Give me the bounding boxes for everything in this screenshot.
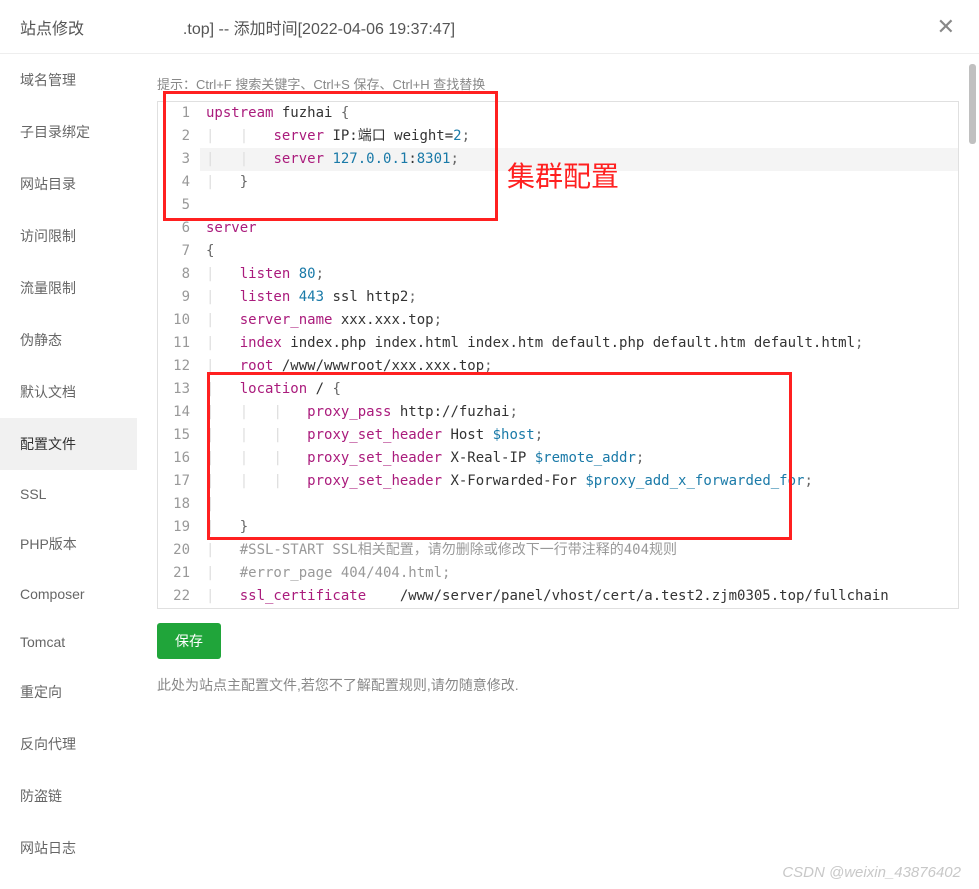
- line-number: 11: [158, 332, 200, 355]
- line-number: 10: [158, 309, 200, 332]
- code-line-13[interactable]: 13| location / {: [158, 378, 958, 401]
- sidebar-item-1[interactable]: 子目录绑定: [0, 106, 137, 158]
- code-line-4[interactable]: 4| }: [158, 171, 958, 194]
- line-number: 20: [158, 539, 200, 562]
- line-number: 3: [158, 148, 200, 171]
- line-content[interactable]: | }: [200, 171, 958, 194]
- line-content[interactable]: | location / {: [200, 378, 958, 401]
- warning-text: 此处为站点主配置文件,若您不了解配置规则,请勿随意修改.: [157, 675, 959, 695]
- scrollbar-thumb[interactable]: [969, 64, 976, 144]
- sidebar-item-8[interactable]: SSL: [0, 470, 137, 518]
- line-number: 2: [158, 125, 200, 148]
- sidebar-item-2[interactable]: 网站目录: [0, 158, 137, 210]
- sidebar-item-6[interactable]: 默认文档: [0, 366, 137, 418]
- code-line-11[interactable]: 11| index index.php index.html index.htm…: [158, 332, 958, 355]
- line-number: 16: [158, 447, 200, 470]
- line-content[interactable]: | #SSL-START SSL相关配置，请勿删除或修改下一行带注释的404规则: [200, 539, 958, 562]
- code-line-12[interactable]: 12| root /www/wwwroot/xxx.xxx.top;: [158, 355, 958, 378]
- line-content[interactable]: | | | proxy_set_header X-Real-IP $remote…: [200, 447, 958, 470]
- title-suffix: .top] -- 添加时间[2022-04-06 19:37:47]: [183, 21, 455, 38]
- line-content[interactable]: | server_name xxx.xxx.top;: [200, 309, 958, 332]
- save-button[interactable]: 保存: [157, 623, 221, 659]
- title-prefix: 站点修改: [20, 21, 84, 38]
- line-content[interactable]: | | | proxy_pass http://fuzhai;: [200, 401, 958, 424]
- line-number: 15: [158, 424, 200, 447]
- line-number: 17: [158, 470, 200, 493]
- modal-title: 站点修改 .top] -- 添加时间[2022-04-06 19:37:47]: [20, 15, 455, 39]
- sidebar-item-9[interactable]: PHP版本: [0, 518, 137, 570]
- watermark: CSDN @weixin_43876402: [782, 864, 961, 881]
- sidebar-item-13[interactable]: 反向代理: [0, 718, 137, 770]
- line-number: 6: [158, 217, 200, 240]
- code-line-3[interactable]: 3| | server 127.0.0.1:8301;: [158, 148, 958, 171]
- line-number: 7: [158, 240, 200, 263]
- line-content[interactable]: | | server IP:端口 weight=2;: [200, 125, 958, 148]
- line-number: 4: [158, 171, 200, 194]
- sidebar-item-3[interactable]: 访问限制: [0, 210, 137, 262]
- line-content[interactable]: [200, 194, 958, 217]
- line-number: 19: [158, 516, 200, 539]
- line-content[interactable]: upstream fuzhai {: [200, 102, 958, 125]
- line-content[interactable]: | root /www/wwwroot/xxx.xxx.top;: [200, 355, 958, 378]
- line-number: 13: [158, 378, 200, 401]
- code-line-5[interactable]: 5: [158, 194, 958, 217]
- line-number: 21: [158, 562, 200, 585]
- close-icon[interactable]: ✕: [933, 10, 959, 44]
- line-content[interactable]: | | | proxy_set_header X-Forwarded-For $…: [200, 470, 958, 493]
- sidebar-item-10[interactable]: Composer: [0, 570, 137, 618]
- line-content[interactable]: {: [200, 240, 958, 263]
- code-line-16[interactable]: 16| | | proxy_set_header X-Real-IP $remo…: [158, 447, 958, 470]
- sidebar-item-4[interactable]: 流量限制: [0, 262, 137, 314]
- code-line-8[interactable]: 8| listen 80;: [158, 263, 958, 286]
- line-number: 14: [158, 401, 200, 424]
- line-number: 22: [158, 585, 200, 608]
- line-number: 1: [158, 102, 200, 125]
- sidebar: 域名管理子目录绑定网站目录访问限制流量限制伪静态默认文档配置文件SSLPHP版本…: [0, 54, 137, 889]
- hint-text: 提示：Ctrl+F 搜索关键字、Ctrl+S 保存、Ctrl+H 查找替换: [157, 74, 959, 93]
- code-line-17[interactable]: 17| | | proxy_set_header X-Forwarded-For…: [158, 470, 958, 493]
- code-line-19[interactable]: 19| }: [158, 516, 958, 539]
- line-number: 12: [158, 355, 200, 378]
- code-line-22[interactable]: 22| ssl_certificate /www/server/panel/vh…: [158, 585, 958, 608]
- line-content[interactable]: | index index.php index.html index.htm d…: [200, 332, 958, 355]
- content-area: 提示：Ctrl+F 搜索关键字、Ctrl+S 保存、Ctrl+H 查找替换 1u…: [137, 54, 979, 889]
- sidebar-item-14[interactable]: 防盗链: [0, 770, 137, 822]
- line-content[interactable]: | listen 443 ssl http2;: [200, 286, 958, 309]
- scrollbar[interactable]: [969, 64, 976, 881]
- modal-header: 站点修改 .top] -- 添加时间[2022-04-06 19:37:47] …: [0, 0, 979, 54]
- code-line-15[interactable]: 15| | | proxy_set_header Host $host;: [158, 424, 958, 447]
- code-line-18[interactable]: 18|: [158, 493, 958, 516]
- code-line-9[interactable]: 9| listen 443 ssl http2;: [158, 286, 958, 309]
- code-line-2[interactable]: 2| | server IP:端口 weight=2;: [158, 125, 958, 148]
- sidebar-item-15[interactable]: 网站日志: [0, 822, 137, 874]
- line-number: 5: [158, 194, 200, 217]
- code-line-21[interactable]: 21| #error_page 404/404.html;: [158, 562, 958, 585]
- code-line-6[interactable]: 6server: [158, 217, 958, 240]
- sidebar-item-11[interactable]: Tomcat: [0, 618, 137, 666]
- line-number: 8: [158, 263, 200, 286]
- line-content[interactable]: | }: [200, 516, 958, 539]
- line-content[interactable]: | | server 127.0.0.1:8301;: [200, 148, 958, 171]
- line-content[interactable]: |: [200, 493, 958, 516]
- code-line-10[interactable]: 10| server_name xxx.xxx.top;: [158, 309, 958, 332]
- code-editor[interactable]: 1upstream fuzhai {2| | server IP:端口 weig…: [157, 101, 959, 609]
- line-content[interactable]: | #error_page 404/404.html;: [200, 562, 958, 585]
- code-line-20[interactable]: 20| #SSL-START SSL相关配置，请勿删除或修改下一行带注释的404…: [158, 539, 958, 562]
- line-content[interactable]: | ssl_certificate /www/server/panel/vhos…: [200, 585, 958, 608]
- code-line-14[interactable]: 14| | | proxy_pass http://fuzhai;: [158, 401, 958, 424]
- code-line-1[interactable]: 1upstream fuzhai {: [158, 102, 958, 125]
- line-number: 18: [158, 493, 200, 516]
- sidebar-item-0[interactable]: 域名管理: [0, 54, 137, 106]
- sidebar-item-5[interactable]: 伪静态: [0, 314, 137, 366]
- code-line-7[interactable]: 7{: [158, 240, 958, 263]
- sidebar-item-12[interactable]: 重定向: [0, 666, 137, 718]
- line-content[interactable]: | listen 80;: [200, 263, 958, 286]
- line-content[interactable]: | | | proxy_set_header Host $host;: [200, 424, 958, 447]
- line-content[interactable]: server: [200, 217, 958, 240]
- line-number: 9: [158, 286, 200, 309]
- sidebar-item-7[interactable]: 配置文件: [0, 418, 137, 470]
